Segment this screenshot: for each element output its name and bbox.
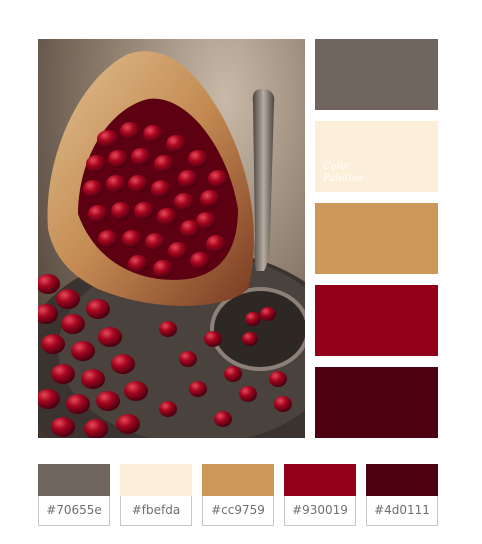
palette-chip: #cc9759 bbox=[202, 464, 274, 527]
chip-swatch bbox=[366, 464, 438, 496]
swatch-4 bbox=[315, 285, 438, 356]
swatch-1 bbox=[315, 39, 438, 110]
hex-code-label: #4d0111 bbox=[366, 496, 438, 526]
swatch-5 bbox=[315, 367, 438, 438]
palette-chip: #4d0111 bbox=[366, 464, 438, 527]
chip-swatch bbox=[202, 464, 274, 496]
watermark-line-2: Palettes bbox=[323, 173, 364, 184]
color-palettes-watermark: Color Palettes bbox=[323, 161, 363, 185]
palette-chip: #fbefda bbox=[120, 464, 192, 527]
palette-chip: #930019 bbox=[284, 464, 356, 527]
palette-chip: #70655e bbox=[38, 464, 110, 527]
chip-swatch bbox=[284, 464, 356, 496]
swatch-3 bbox=[315, 203, 438, 274]
hex-code-label: #930019 bbox=[284, 496, 356, 526]
chip-swatch bbox=[120, 464, 192, 496]
chip-swatch bbox=[38, 464, 110, 496]
pomegranate-illustration bbox=[38, 51, 305, 438]
swatch-2: Color Palettes bbox=[315, 121, 438, 192]
pomegranate-photo bbox=[38, 39, 305, 438]
hex-code-label: #fbefda bbox=[120, 496, 192, 526]
watermark-line-1: Color bbox=[323, 161, 351, 172]
hex-code-label: #70655e bbox=[38, 496, 110, 526]
hex-code-label: #cc9759 bbox=[202, 496, 274, 526]
